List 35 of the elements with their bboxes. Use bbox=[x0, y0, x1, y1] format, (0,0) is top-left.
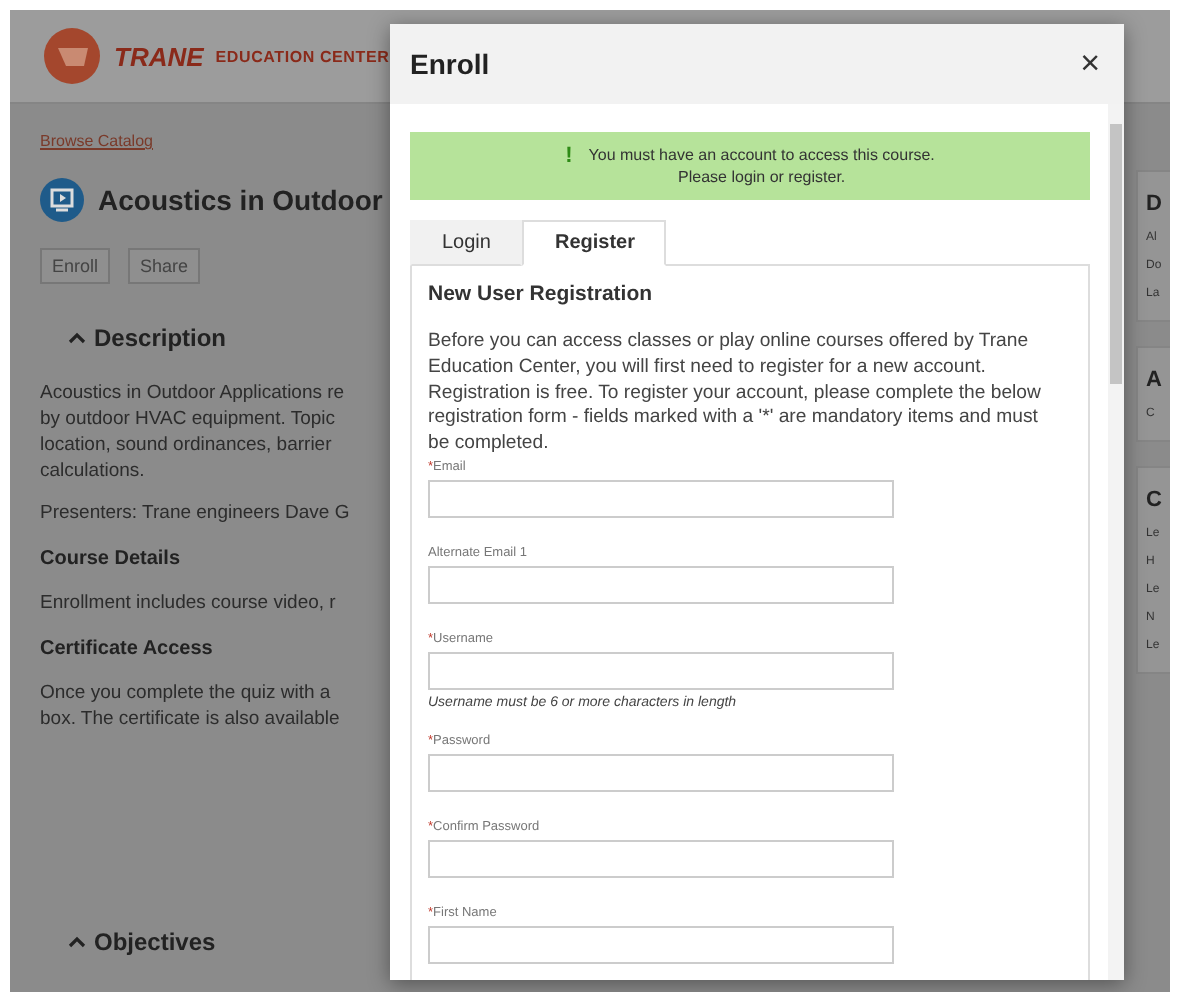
alert-icon: ! bbox=[565, 144, 573, 168]
subsection-heading: Course Details bbox=[40, 548, 183, 570]
dialog-title: Enroll bbox=[410, 48, 490, 80]
logo-icon bbox=[42, 26, 102, 86]
action-button[interactable]: Enroll bbox=[40, 248, 111, 284]
paragraph: Acoustics in Outdoor Applications re by outdoor HVAC equipment. Topic location, sound ordinances, barrier calculations. bbox=[40, 380, 347, 484]
input-field[interactable] bbox=[428, 753, 894, 792]
brand-subtitle: EDUCATION CENTER bbox=[215, 47, 390, 65]
input-field[interactable] bbox=[428, 565, 894, 604]
input-field[interactable] bbox=[428, 651, 894, 690]
paragraph: Presenters: Trane engineers Dave G bbox=[40, 500, 352, 526]
close-button[interactable]: × bbox=[1076, 44, 1104, 84]
paragraph: Enrollment includes course video, r bbox=[40, 590, 338, 616]
input-field[interactable] bbox=[428, 839, 894, 878]
chevron-up-icon bbox=[68, 936, 86, 948]
section-toggle[interactable]: Objectives bbox=[68, 928, 400, 956]
form-heading: New User Registration bbox=[428, 282, 655, 306]
scrollbar[interactable] bbox=[1108, 104, 1124, 980]
section-toggle[interactable]: Description bbox=[68, 324, 400, 352]
input-field[interactable] bbox=[428, 479, 894, 518]
brand-name: TRANE bbox=[114, 41, 204, 71]
chevron-up-icon bbox=[68, 332, 86, 344]
card-heading: C bbox=[1146, 488, 1164, 512]
tab[interactable]: Register bbox=[522, 220, 667, 266]
card-heading: D bbox=[1146, 192, 1164, 216]
course-title: Acoustics in Outdoor bbox=[98, 184, 383, 216]
video-course-icon bbox=[40, 178, 84, 222]
paragraph: Once you complete the quiz with a box. The certificate is also available bbox=[40, 680, 342, 732]
alert-text: You must have an account to access this course. Please login or register. bbox=[588, 144, 935, 188]
subsection-heading: Certificate Access bbox=[40, 638, 215, 660]
tab[interactable]: Login bbox=[410, 220, 523, 266]
input-field[interactable] bbox=[428, 925, 894, 964]
action-button[interactable]: Share bbox=[128, 248, 201, 284]
intro-text: Before you can access classes or play online courses offered by Trane Education Center, you will first need to register for a new account. Registration is free. To register your account, please complete the below registration form - fields marked with a '*' are mandatory items and must be completed. bbox=[428, 330, 1043, 458]
card-heading: A bbox=[1146, 368, 1164, 392]
